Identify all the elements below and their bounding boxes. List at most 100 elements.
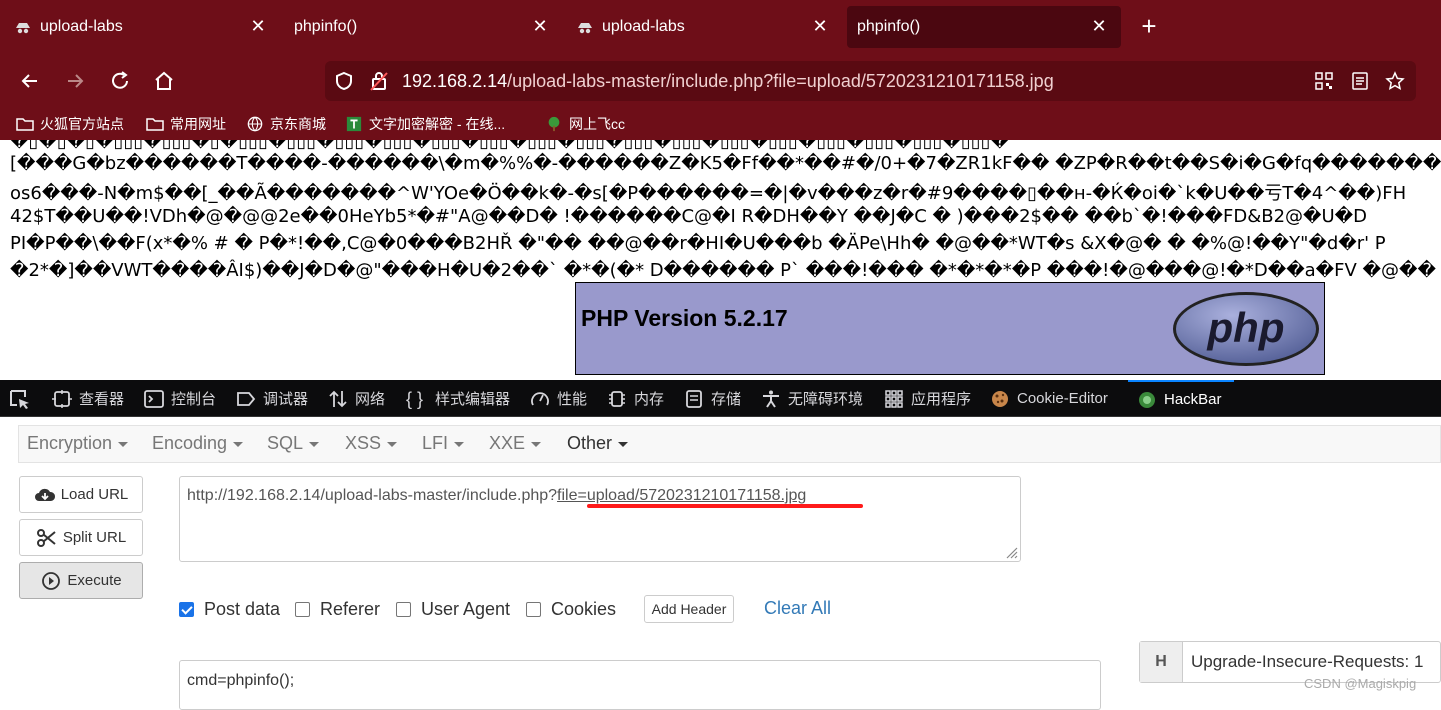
back-button[interactable] bbox=[15, 66, 45, 96]
element-picker-icon bbox=[10, 389, 29, 409]
header-key-badge: H bbox=[1140, 642, 1183, 682]
bookmark-common[interactable]: 常用网址 bbox=[146, 113, 226, 135]
insecure-lock-icon[interactable] bbox=[369, 70, 389, 92]
referer-checkbox[interactable]: Referer bbox=[295, 598, 380, 620]
shield-icon[interactable] bbox=[334, 71, 354, 91]
checkbox-checked[interactable] bbox=[179, 601, 194, 617]
tab-upload-labs-1[interactable]: upload-labs ✕ bbox=[0, 6, 280, 48]
button-label: Split URL bbox=[62, 529, 127, 546]
menu-label: LFI bbox=[422, 433, 449, 453]
tab-debugger[interactable]: 调试器 bbox=[236, 380, 308, 417]
checkbox[interactable] bbox=[526, 601, 541, 617]
tab-style-editor[interactable]: { } 样式编辑器 bbox=[406, 380, 510, 417]
chevron-down-icon bbox=[454, 441, 465, 447]
close-icon[interactable]: ✕ bbox=[810, 16, 830, 36]
menu-encryption[interactable]: Encryption bbox=[27, 433, 129, 454]
checkbox[interactable] bbox=[396, 601, 411, 617]
tab-performance[interactable]: 性能 bbox=[530, 380, 587, 417]
hackbar-menu: Encryption Encoding SQL XSS LFI XXE Othe… bbox=[18, 425, 1441, 463]
tab-label: phpinfo() bbox=[857, 18, 921, 35]
arrow-left-icon bbox=[21, 74, 37, 88]
chevron-down-icon bbox=[618, 441, 629, 447]
close-icon[interactable]: ✕ bbox=[1089, 16, 1109, 36]
header-value: Upgrade-Insecure-Requests: 1 bbox=[1191, 652, 1424, 671]
tab-label: 调试器 bbox=[263, 391, 309, 408]
bookmark-jd[interactable]: 京东商城 bbox=[246, 113, 326, 135]
checkbox[interactable] bbox=[295, 601, 310, 617]
storage-icon bbox=[686, 389, 702, 408]
home-button[interactable] bbox=[149, 66, 179, 96]
tab-label: Cookie-Editor bbox=[1017, 390, 1108, 407]
menu-sql[interactable]: SQL bbox=[267, 433, 320, 454]
execute-button[interactable]: Execute bbox=[19, 562, 143, 599]
tab-phpinfo-active[interactable]: phpinfo() ✕ bbox=[847, 6, 1121, 48]
reload-button[interactable] bbox=[105, 66, 135, 96]
menu-xss[interactable]: XSS bbox=[345, 433, 398, 454]
tab-label: HackBar bbox=[1164, 391, 1222, 408]
globe-icon bbox=[247, 116, 263, 132]
button-label: Load URL bbox=[60, 486, 129, 503]
garbage-line: os6���-N�m$��[_��Ã�������^W'YOe�Ö��k�-�s… bbox=[10, 183, 1407, 204]
menu-other[interactable]: Other bbox=[567, 433, 629, 454]
menu-lfi[interactable]: LFI bbox=[422, 433, 465, 454]
resize-grip-icon[interactable] bbox=[1004, 545, 1018, 559]
braces-icon: { } bbox=[406, 388, 424, 409]
binary-garbage-output: �▯�▯�▯�▯▯▯�▯▯▯�▯�▯▯▯�▯▯▯�▯▯▯�▯▯▯�▯▯▯�▯▯▯… bbox=[0, 140, 1441, 280]
button-label: Execute bbox=[67, 572, 122, 589]
bookmark-wangshangfei[interactable]: 网上飞cc bbox=[545, 113, 625, 135]
post-body-textarea[interactable]: cmd=phpinfo(); bbox=[179, 660, 1101, 710]
option-label: User Agent bbox=[421, 598, 511, 619]
url-text[interactable]: 192.168.2.14/upload-labs-master/include.… bbox=[402, 71, 1054, 92]
tab-label: 应用程序 bbox=[911, 391, 972, 408]
reload-icon bbox=[112, 71, 128, 89]
bookmark-text-encrypt[interactable]: 文字加密解密 - 在线... bbox=[345, 113, 505, 135]
tab-storage[interactable]: 存储 bbox=[684, 380, 741, 417]
tree-icon bbox=[548, 116, 560, 132]
qr-code-icon[interactable] bbox=[1315, 72, 1333, 90]
tab-hackbar[interactable]: HackBar bbox=[1128, 380, 1234, 417]
tab-cookie-editor[interactable]: Cookie-Editor bbox=[990, 380, 1108, 417]
folder-icon bbox=[146, 118, 164, 131]
url-bar[interactable]: 192.168.2.14/upload-labs-master/include.… bbox=[325, 61, 1416, 101]
grid-icon bbox=[885, 389, 903, 408]
bookmark-label: 文字加密解密 - 在线... bbox=[369, 116, 506, 132]
incognito-icon bbox=[16, 23, 30, 34]
post-data-checkbox[interactable]: Post data bbox=[179, 598, 280, 620]
close-icon[interactable]: ✕ bbox=[248, 16, 268, 36]
user-agent-checkbox[interactable]: User Agent bbox=[396, 598, 510, 620]
gauge-icon bbox=[531, 391, 549, 405]
option-label: Cookies bbox=[551, 598, 617, 619]
url-textarea[interactable]: http://192.168.2.14/upload-labs-master/i… bbox=[179, 476, 1021, 562]
cookies-checkbox[interactable]: Cookies bbox=[526, 598, 616, 620]
load-url-button[interactable]: Load URL bbox=[19, 476, 143, 513]
star-icon[interactable] bbox=[1385, 71, 1405, 91]
tab-memory[interactable]: 内存 bbox=[607, 380, 664, 417]
tab-console[interactable]: 控制台 bbox=[144, 380, 216, 417]
garbage-line: �▯�▯�▯�▯▯▯�▯▯▯�▯�▯▯▯�▯▯▯�▯▯▯�▯▯▯�▯▯▯�▯▯▯… bbox=[10, 140, 1010, 152]
element-picker-button[interactable] bbox=[8, 380, 32, 417]
bookmark-firefox[interactable]: 火狐官方站点 bbox=[16, 113, 124, 135]
add-header-button[interactable]: Add Header bbox=[644, 595, 734, 623]
post-body-value: cmd=phpinfo(); bbox=[187, 672, 295, 689]
tab-accessibility[interactable]: 无障碍环境 bbox=[761, 380, 863, 417]
menu-encoding[interactable]: Encoding bbox=[152, 433, 244, 454]
close-icon[interactable]: ✕ bbox=[530, 16, 550, 36]
option-label: Referer bbox=[320, 598, 381, 619]
forward-button[interactable] bbox=[60, 66, 90, 96]
reader-view-icon[interactable] bbox=[1351, 72, 1369, 90]
menu-xxe[interactable]: XXE bbox=[489, 433, 542, 454]
network-icon bbox=[329, 390, 347, 407]
tab-label: 内存 bbox=[634, 391, 665, 408]
clear-all-link[interactable]: Clear All bbox=[764, 598, 831, 619]
bookmark-label: 网上飞cc bbox=[569, 116, 625, 132]
bookmark-label: 京东商城 bbox=[270, 116, 326, 132]
tab-phpinfo-1[interactable]: phpinfo() ✕ bbox=[280, 6, 562, 48]
tab-network[interactable]: 网络 bbox=[328, 380, 385, 417]
split-url-button[interactable]: Split URL bbox=[19, 519, 143, 556]
tab-upload-labs-2[interactable]: upload-labs ✕ bbox=[562, 6, 842, 48]
php-version-title: PHP Version 5.2.17 bbox=[581, 305, 788, 331]
new-tab-button[interactable]: + bbox=[1136, 13, 1162, 40]
tab-application[interactable]: 应用程序 bbox=[884, 380, 971, 417]
tab-inspector[interactable]: 查看器 bbox=[52, 380, 124, 417]
option-label: Post data bbox=[204, 598, 281, 619]
